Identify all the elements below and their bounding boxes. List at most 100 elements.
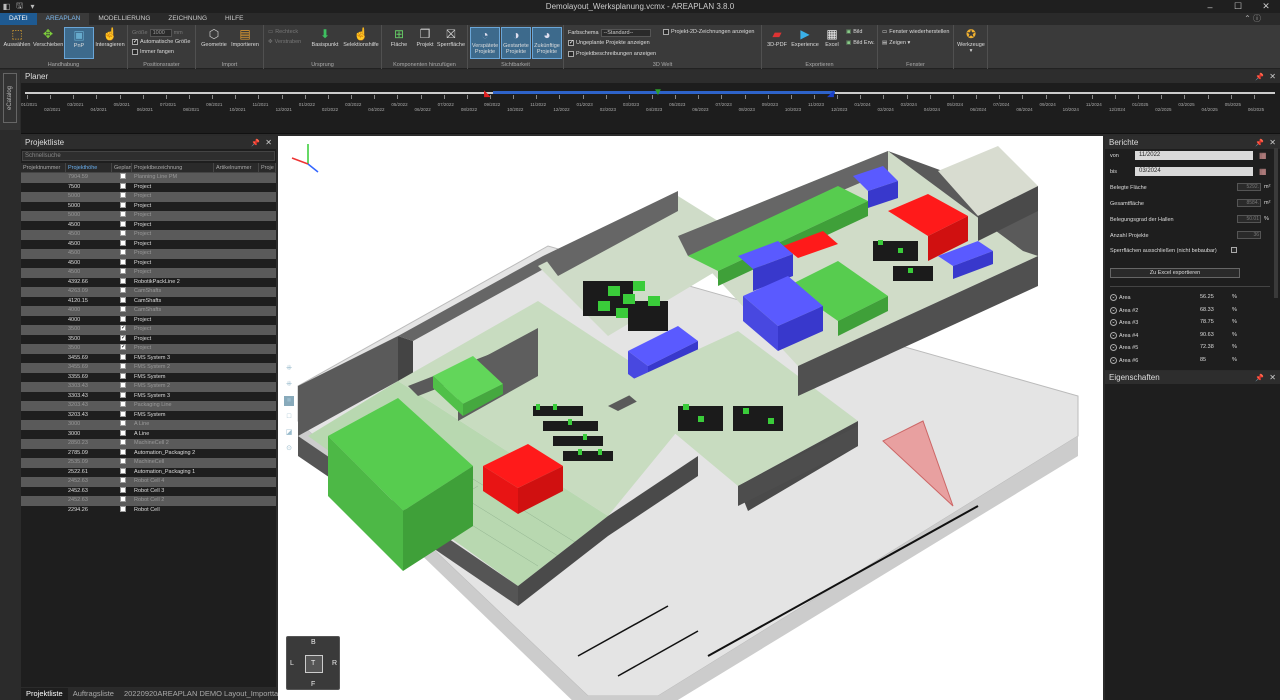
checkbox-box[interactable] bbox=[120, 467, 126, 474]
geplant-checkbox[interactable] bbox=[112, 505, 132, 516]
pnp-button[interactable]: ▣ PnP bbox=[64, 27, 94, 59]
minimize-icon[interactable]: – bbox=[1196, 0, 1224, 13]
table-row[interactable]: 3500 ✓ Project bbox=[21, 334, 276, 345]
table-row[interactable]: 4392.66 RobotikPackLine 2 bbox=[21, 277, 276, 288]
navigation-cube[interactable]: B L T R F bbox=[286, 636, 340, 690]
table-row[interactable]: 3455.69 FMS System 3 bbox=[21, 353, 276, 364]
geplant-checkbox[interactable] bbox=[112, 363, 132, 373]
timeline[interactable]: ◣ ▼ ◢ 01/2021 02/2021 03/2021 04/2021 05/202… bbox=[21, 87, 1275, 132]
view-tool-icon[interactable]: ⁜ bbox=[284, 380, 294, 390]
maximize-icon[interactable]: ☐ bbox=[1224, 0, 1252, 13]
geplant-checkbox[interactable] bbox=[112, 287, 132, 297]
checkbox-box[interactable] bbox=[120, 353, 126, 360]
geplant-checkbox[interactable] bbox=[112, 296, 132, 307]
checkbox-box[interactable] bbox=[120, 258, 126, 265]
table-row[interactable]: 5000 Project bbox=[21, 211, 276, 221]
checkbox-box[interactable] bbox=[120, 315, 126, 322]
geplant-checkbox[interactable] bbox=[112, 467, 132, 478]
table-row[interactable]: 3303.43 FMS System 2 bbox=[21, 382, 276, 392]
expand-icon[interactable]: ⌄ bbox=[1110, 319, 1117, 326]
checkbox-box[interactable] bbox=[120, 372, 126, 379]
table-row[interactable]: 4500 Project bbox=[21, 230, 276, 240]
bild-erw-button[interactable]: ▣ Bild Erw. bbox=[846, 40, 875, 46]
table-row[interactable]: 7904.59 Planning Line PM bbox=[21, 173, 276, 183]
range-end-marker-icon[interactable]: ◢ bbox=[827, 88, 834, 99]
table-row[interactable]: 3203.43 Packaging Line bbox=[21, 401, 276, 411]
checkbox-box[interactable] bbox=[120, 220, 126, 227]
checkbox-box[interactable] bbox=[120, 182, 126, 189]
area-row[interactable]: ⌄ Area #2 68.33% bbox=[1110, 306, 1270, 316]
tab-zeichnung[interactable]: ZEICHNUNG bbox=[159, 13, 216, 25]
geplant-checkbox[interactable] bbox=[112, 458, 132, 468]
sperrflaeche-button[interactable]: ⛝ Sperrfläche bbox=[436, 27, 466, 49]
geplant-checkbox[interactable] bbox=[112, 382, 132, 392]
table-row[interactable]: 2294.26 Robot Cell bbox=[21, 505, 276, 516]
area-row[interactable]: ⌄ Area #6 85% bbox=[1110, 356, 1270, 366]
navcube-top-label[interactable]: B bbox=[311, 639, 316, 646]
area-row[interactable]: ⌄ Area #5 72.38% bbox=[1110, 344, 1270, 353]
expand-icon[interactable]: ⌄ bbox=[1110, 306, 1117, 314]
table-row[interactable]: 3303.43 FMS System 3 bbox=[21, 391, 276, 402]
geplant-checkbox[interactable] bbox=[112, 496, 132, 506]
expand-icon[interactable]: ⌄ bbox=[1110, 344, 1117, 351]
table-row[interactable]: 3203.43 FMS System bbox=[21, 410, 276, 421]
table-row[interactable]: 4120.15 CamShafts bbox=[21, 296, 276, 307]
checkbox-box[interactable] bbox=[120, 249, 126, 255]
auswaehlen-button[interactable]: ⬚ Auswählen bbox=[2, 27, 32, 48]
checkbox-box[interactable] bbox=[120, 268, 126, 274]
geplant-checkbox[interactable] bbox=[112, 486, 132, 497]
ribbon-collapse-icon[interactable]: ⌃ ⓘ bbox=[1235, 13, 1270, 25]
geplant-checkbox[interactable] bbox=[112, 401, 132, 411]
geplant-checkbox[interactable]: ✓ bbox=[112, 344, 132, 354]
geplant-checkbox[interactable]: ✓ bbox=[112, 325, 132, 335]
zeigen-button[interactable]: ▤ Zeigen ▾ bbox=[882, 40, 910, 46]
geplant-checkbox[interactable] bbox=[112, 211, 132, 221]
col-geplant[interactable]: Geplant bbox=[112, 163, 132, 172]
close-icon[interactable]: ✕ bbox=[1269, 72, 1276, 81]
experience-button[interactable]: ▶ Experience bbox=[790, 27, 820, 48]
close-icon[interactable]: ✕ bbox=[1269, 138, 1276, 147]
checkbox-box[interactable] bbox=[120, 420, 126, 426]
checkbox-box[interactable] bbox=[120, 458, 126, 464]
3d-viewport[interactable]: ⁜ ⁜ ■ □ ◪ ⊙ B L T R F bbox=[278, 136, 1103, 700]
beschreibungen-checkbox[interactable]: Projektbeschreibungen anzeigen bbox=[568, 51, 656, 57]
checkbox-box[interactable] bbox=[120, 173, 126, 179]
tab-modellierung[interactable]: MODELLIERUNG bbox=[89, 13, 159, 25]
immer-fangen-checkbox[interactable]: Immer fangen bbox=[132, 49, 174, 55]
col-projekthoehe[interactable]: Projekthöhe bbox=[66, 163, 112, 172]
geometrie-button[interactable]: ⬡ Geometrie bbox=[199, 27, 229, 48]
geplant-checkbox[interactable] bbox=[112, 315, 132, 326]
checkbox-box[interactable]: ✓ bbox=[120, 344, 126, 350]
pin-icon[interactable]: 📌 bbox=[1255, 73, 1264, 81]
calendar-icon[interactable]: ▦ bbox=[1259, 151, 1267, 160]
checkbox-box[interactable] bbox=[120, 439, 126, 445]
geplant-checkbox[interactable] bbox=[112, 201, 132, 212]
geplant-checkbox[interactable] bbox=[112, 420, 132, 430]
geplant-checkbox[interactable] bbox=[112, 192, 132, 202]
checkbox-box[interactable] bbox=[120, 287, 126, 293]
table-row[interactable]: 4000 CamShafts bbox=[21, 306, 276, 316]
fenster-wiederherstellen-button[interactable]: ▭ Fenster wiederherstellen bbox=[882, 29, 949, 35]
tab-projektliste[interactable]: Projektliste bbox=[21, 688, 68, 700]
table-row[interactable]: 2452.63 Robot Cell 3 bbox=[21, 486, 276, 497]
table-row[interactable]: 4500 Project bbox=[21, 249, 276, 259]
checkbox-box[interactable] bbox=[120, 391, 126, 398]
checkbox-box[interactable] bbox=[120, 486, 126, 493]
checkbox-box[interactable] bbox=[120, 448, 126, 455]
table-row[interactable]: 3455.69 FMS System 2 bbox=[21, 363, 276, 373]
verspaetete-projekte-toggle[interactable]: ◔ Verspätete Projekte bbox=[470, 27, 500, 59]
col-projekt[interactable]: Proje bbox=[259, 163, 276, 172]
selektionshilfe-button[interactable]: ☝ Selektionshilfe bbox=[342, 27, 380, 48]
close-icon[interactable]: ✕ bbox=[1252, 0, 1280, 13]
geplant-checkbox[interactable] bbox=[112, 477, 132, 487]
table-row[interactable]: 3500 ✓ Project bbox=[21, 344, 276, 354]
checkbox-box[interactable] bbox=[120, 505, 126, 512]
excel-export-button[interactable]: Zu Excel exportieren bbox=[1110, 268, 1240, 278]
checkbox-box[interactable] bbox=[120, 306, 126, 312]
table-row[interactable]: 2522.61 Automation_Packaging 1 bbox=[21, 467, 276, 478]
table-row[interactable]: 4500 Project bbox=[21, 220, 276, 231]
checkbox-box[interactable] bbox=[120, 230, 126, 236]
raster-size-input[interactable]: 1000 bbox=[149, 29, 172, 37]
checkbox-box[interactable] bbox=[120, 382, 126, 388]
geplant-checkbox[interactable] bbox=[112, 439, 132, 449]
